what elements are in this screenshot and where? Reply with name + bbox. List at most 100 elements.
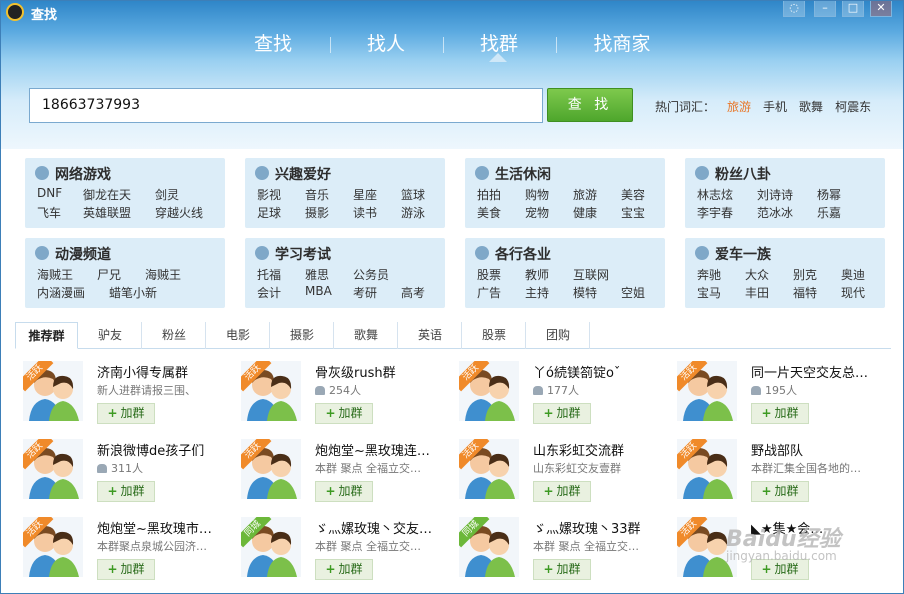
subtab-photography[interactable]: 摄影: [271, 322, 334, 349]
group-avatar[interactable]: 活跃: [23, 517, 83, 577]
group-card[interactable]: 活跃 济南小得专属群 新人进群请报三围、 + 加群: [15, 353, 225, 424]
category-link[interactable]: MBA: [305, 284, 332, 298]
category-title[interactable]: 粉丝八卦: [695, 164, 771, 184]
category-link[interactable]: 星座: [353, 186, 377, 203]
join-group-button[interactable]: + 加群: [533, 481, 591, 502]
group-card[interactable]: 活跃 炮炮堂~黑玫瑰市… 本群聚点泉城公园济… + 加群: [15, 509, 225, 580]
join-group-button[interactable]: + 加群: [315, 481, 373, 502]
group-avatar[interactable]: 活跃: [459, 361, 519, 421]
group-avatar[interactable]: 活跃: [677, 361, 737, 421]
category-link[interactable]: 福特: [793, 284, 817, 301]
subtab-dance[interactable]: 歌舞: [335, 322, 398, 349]
category-link[interactable]: 丰田: [745, 284, 769, 301]
category-title[interactable]: 学习考试: [255, 244, 331, 264]
group-avatar[interactable]: 活跃: [23, 361, 83, 421]
category-title[interactable]: 生活休闲: [475, 164, 551, 184]
group-avatar[interactable]: 活跃: [241, 361, 301, 421]
group-name[interactable]: 炮炮堂~黑玫瑰市…: [97, 518, 212, 537]
close-icon[interactable]: ✕: [870, 1, 892, 17]
category-link[interactable]: 现代: [841, 284, 865, 301]
group-card[interactable]: 活跃 新浪微博de孩子们 311人 + 加群: [15, 431, 225, 502]
category-link[interactable]: 乐嘉: [817, 204, 841, 221]
category-link[interactable]: 空姐: [621, 284, 645, 301]
group-avatar[interactable]: 同城: [241, 517, 301, 577]
group-card[interactable]: 活跃 山东彩虹交流群 山东彩虹交友壹群 + 加群: [451, 431, 661, 502]
category-link[interactable]: 杨幂: [817, 186, 841, 203]
search-button[interactable]: 查 找: [547, 88, 633, 122]
group-avatar[interactable]: 活跃: [241, 439, 301, 499]
category-link[interactable]: 篮球: [401, 186, 425, 203]
category-link[interactable]: 旅游: [573, 186, 597, 203]
group-avatar[interactable]: 同城: [459, 517, 519, 577]
subtab-stocks[interactable]: 股票: [463, 322, 526, 349]
group-card[interactable]: 活跃 野战部队 本群汇集全国各地的… + 加群: [669, 431, 879, 502]
category-link[interactable]: 范冰冰: [757, 204, 793, 221]
category-link[interactable]: 公务员: [353, 266, 389, 283]
join-group-button[interactable]: + 加群: [97, 559, 155, 580]
category-link[interactable]: 尸兄: [97, 266, 121, 283]
group-card[interactable]: 活跃 炮炮堂~黑玫瑰连… 本群 聚点 全福立交… + 加群: [233, 431, 443, 502]
category-link[interactable]: 美容: [621, 186, 645, 203]
category-link[interactable]: 英雄联盟: [83, 204, 131, 221]
tab-find-merchant[interactable]: 找商家: [567, 29, 677, 63]
join-group-button[interactable]: + 加群: [97, 481, 155, 502]
category-link[interactable]: 穿越火线: [155, 204, 203, 221]
hot-word[interactable]: 歌舞: [799, 100, 823, 114]
category-link[interactable]: 奔驰: [697, 266, 721, 283]
category-link[interactable]: 摄影: [305, 204, 329, 221]
category-link[interactable]: 主持: [525, 284, 549, 301]
minimize-icon[interactable]: –: [814, 1, 836, 17]
join-group-button[interactable]: + 加群: [315, 403, 373, 424]
category-link[interactable]: 考研: [353, 284, 377, 301]
category-link[interactable]: 飞车: [37, 204, 61, 221]
join-group-button[interactable]: + 加群: [533, 403, 591, 424]
subtab-groupbuy[interactable]: 团购: [527, 322, 590, 349]
category-link[interactable]: 音乐: [305, 186, 329, 203]
chat-icon[interactable]: ◌: [783, 1, 805, 17]
subtab-travel[interactable]: 驴友: [79, 322, 142, 349]
category-link[interactable]: 刘诗诗: [757, 186, 793, 203]
subtab-movies[interactable]: 电影: [207, 322, 270, 349]
category-title[interactable]: 各行各业: [475, 244, 551, 264]
category-link[interactable]: 宝宝: [621, 204, 645, 221]
category-link[interactable]: 广告: [477, 284, 501, 301]
group-name[interactable]: 山东彩虹交流群: [533, 440, 624, 459]
join-group-button[interactable]: + 加群: [751, 481, 809, 502]
category-title[interactable]: 动漫频道: [35, 244, 111, 264]
group-name[interactable]: 野战部队: [751, 440, 803, 459]
subtab-recommended[interactable]: 推荐群: [15, 322, 78, 349]
category-link[interactable]: 宝马: [697, 284, 721, 301]
group-card[interactable]: 活跃 丫ó続镁箚锭oˇ 177人 + 加群: [451, 353, 661, 424]
group-card[interactable]: 活跃 同一片天空交友总… 195人 + 加群: [669, 353, 879, 424]
join-group-button[interactable]: + 加群: [751, 403, 809, 424]
category-title[interactable]: 兴趣爱好: [255, 164, 331, 184]
category-link[interactable]: 奥迪: [841, 266, 865, 283]
group-avatar[interactable]: 活跃: [677, 439, 737, 499]
join-group-button[interactable]: + 加群: [533, 559, 591, 580]
category-link[interactable]: 高考: [401, 284, 425, 301]
category-link[interactable]: 影视: [257, 186, 281, 203]
tab-find-people[interactable]: 找人: [331, 29, 441, 63]
category-link[interactable]: 宠物: [525, 204, 549, 221]
hot-word[interactable]: 柯震东: [835, 100, 871, 114]
group-name[interactable]: ゞ灬嫘玫瑰丶交友…: [315, 518, 432, 537]
category-link[interactable]: 购物: [525, 186, 549, 203]
group-name[interactable]: 同一片天空交友总…: [751, 362, 868, 381]
hot-word[interactable]: 旅游: [727, 100, 751, 114]
group-card[interactable]: 活跃 骨灰级rush群 254人 + 加群: [233, 353, 443, 424]
group-name[interactable]: 炮炮堂~黑玫瑰连…: [315, 440, 430, 459]
category-link[interactable]: 雅思: [305, 266, 329, 283]
category-link[interactable]: 会计: [257, 284, 281, 301]
join-group-button[interactable]: + 加群: [97, 403, 155, 424]
category-link[interactable]: 读书: [353, 204, 377, 221]
category-link[interactable]: 林志炫: [697, 186, 733, 203]
category-link[interactable]: 海贼王: [37, 266, 73, 283]
category-link[interactable]: 足球: [257, 204, 281, 221]
category-link[interactable]: 美食: [477, 204, 501, 221]
group-card[interactable]: 同城 ゞ灬嫘玫瑰丶交友… 本群 聚点 全福立交… + 加群: [233, 509, 443, 580]
tab-find[interactable]: 查找: [218, 29, 328, 63]
category-link[interactable]: 蜡笔小新: [109, 284, 157, 301]
category-link[interactable]: 拍拍: [477, 186, 501, 203]
category-link[interactable]: 模特: [573, 284, 597, 301]
category-title[interactable]: 网络游戏: [35, 164, 111, 184]
